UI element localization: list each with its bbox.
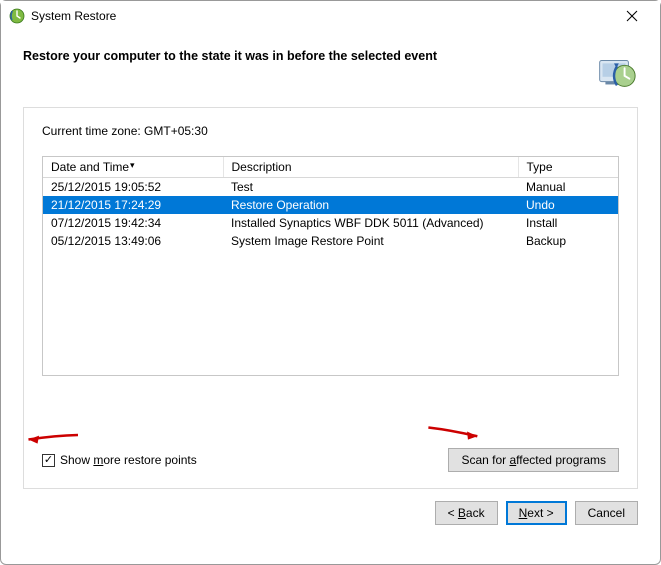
- table-row[interactable]: 05/12/2015 13:49:06System Image Restore …: [43, 232, 618, 250]
- cell-type: Manual: [518, 178, 618, 197]
- table-row[interactable]: 21/12/2015 17:24:29Restore OperationUndo: [43, 196, 618, 214]
- cell-type: Undo: [518, 196, 618, 214]
- sort-desc-icon: ▾: [130, 160, 135, 171]
- header: Restore your computer to the state it wa…: [1, 31, 660, 107]
- restore-points-table: Date and Time▾ Description Type 25/12/20…: [42, 156, 619, 376]
- content-panel: Current time zone: GMT+05:30 Date and Ti…: [23, 107, 638, 489]
- timezone-label: Current time zone: GMT+05:30: [42, 124, 619, 138]
- cancel-button[interactable]: Cancel: [575, 501, 638, 525]
- checkbox-icon: ✓: [42, 454, 55, 467]
- cell-type: Install: [518, 214, 618, 232]
- col-header-description[interactable]: Description: [223, 157, 518, 178]
- col-header-type[interactable]: Type: [518, 157, 618, 178]
- table-row[interactable]: 07/12/2015 19:42:34Installed Synaptics W…: [43, 214, 618, 232]
- cell-desc: Installed Synaptics WBF DDK 5011 (Advanc…: [223, 214, 518, 232]
- wizard-footer: < Back Next > Cancel: [1, 489, 660, 543]
- cell-type: Backup: [518, 232, 618, 250]
- cell-desc: Restore Operation: [223, 196, 518, 214]
- cell-date: 05/12/2015 13:49:06: [43, 232, 223, 250]
- close-button[interactable]: [612, 4, 652, 28]
- close-icon: [626, 10, 638, 22]
- cell-date: 21/12/2015 17:24:29: [43, 196, 223, 214]
- next-button[interactable]: Next >: [506, 501, 567, 525]
- title-bar: System Restore: [1, 1, 660, 31]
- cell-date: 25/12/2015 19:05:52: [43, 178, 223, 197]
- scan-affected-button[interactable]: Scan for affected programs: [448, 448, 619, 472]
- show-more-label: Show more restore points: [60, 453, 197, 467]
- page-heading: Restore your computer to the state it wa…: [23, 49, 437, 63]
- back-button[interactable]: < Back: [435, 501, 498, 525]
- app-icon: [9, 8, 25, 24]
- cell-date: 07/12/2015 19:42:34: [43, 214, 223, 232]
- window-title: System Restore: [31, 9, 612, 23]
- cell-desc: System Image Restore Point: [223, 232, 518, 250]
- restore-hero-icon: [592, 49, 638, 95]
- col-header-date[interactable]: Date and Time▾: [43, 157, 223, 178]
- show-more-checkbox[interactable]: ✓ Show more restore points: [42, 453, 197, 467]
- table-row[interactable]: 25/12/2015 19:05:52TestManual: [43, 178, 618, 197]
- cell-desc: Test: [223, 178, 518, 197]
